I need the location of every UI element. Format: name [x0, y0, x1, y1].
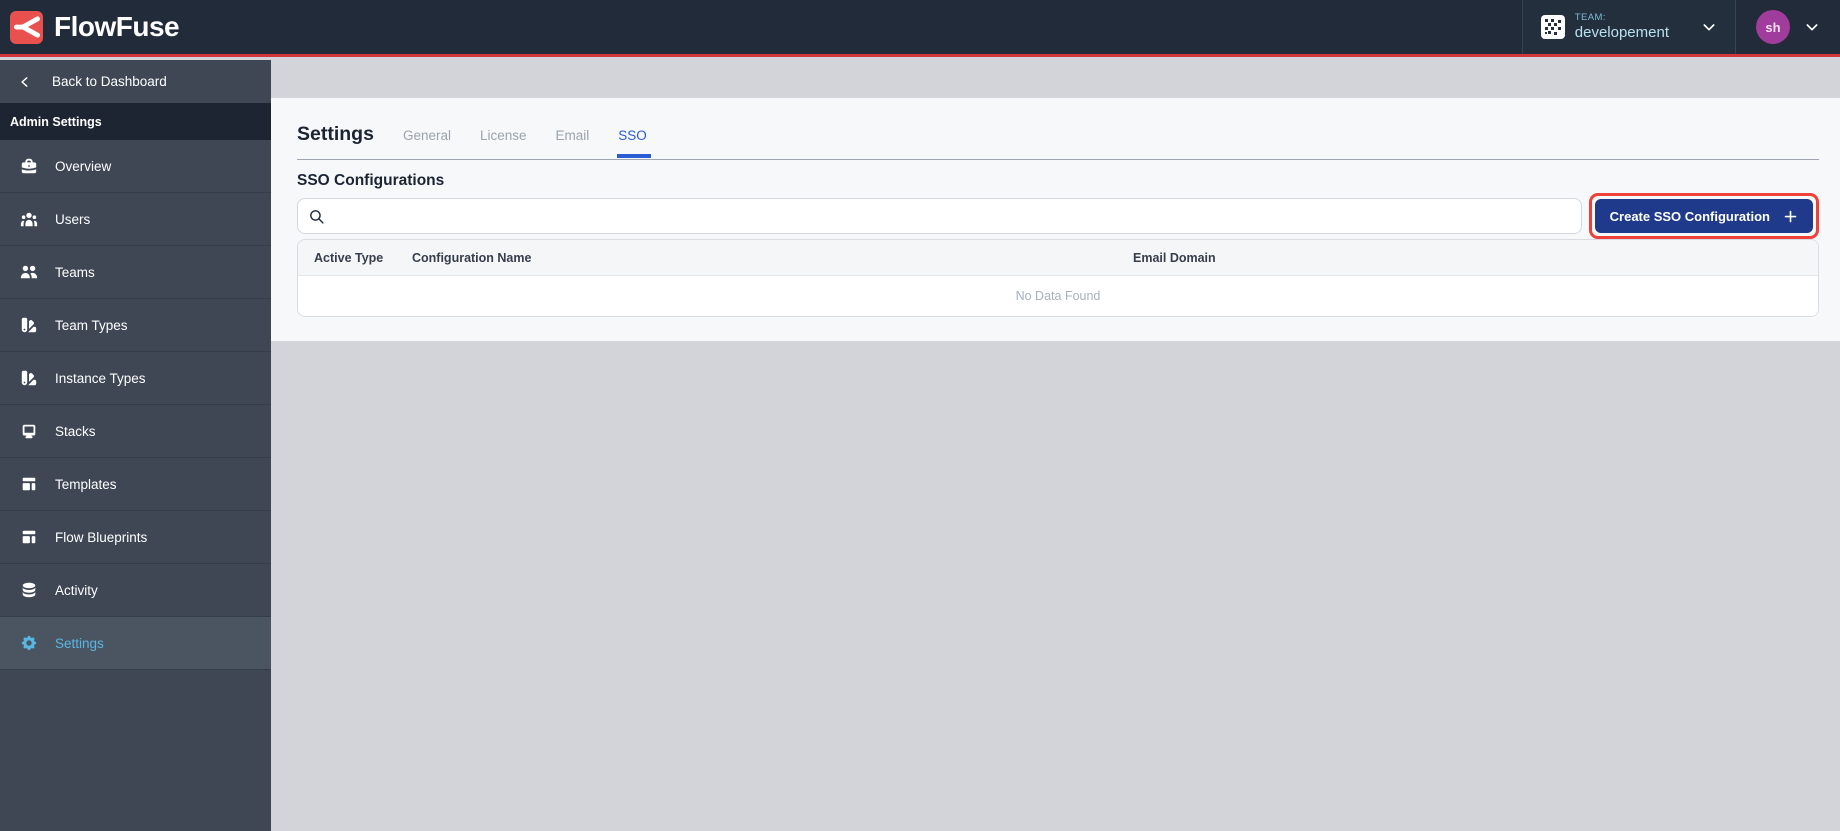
chevron-down-icon [1806, 24, 1818, 31]
sidebar-item-team-types[interactable]: Team Types [0, 299, 271, 352]
sidebar-item-label: Flow Blueprints [55, 529, 148, 545]
table-empty-state: No Data Found [298, 276, 1818, 316]
template-icon [20, 528, 38, 546]
back-to-dashboard-label: Back to Dashboard [52, 74, 167, 89]
tab-email[interactable]: Email [556, 128, 590, 143]
sidebar-nav: Overview Users Teams Team Types Instance Typ… [0, 140, 271, 670]
team-avatar-icon [1540, 15, 1565, 39]
content-top-spacer [271, 60, 1840, 98]
highlight-annotation-box: Create SSO Configuration [1588, 193, 1819, 239]
main-content: Settings General License Email SSO SSO Conf… [271, 60, 1840, 831]
create-sso-configuration-label: Create SSO Configuration [1609, 208, 1770, 224]
sidebar-item-label: Settings [55, 635, 104, 651]
color-swatch-icon [20, 369, 38, 387]
sidebar-item-flow-blueprints[interactable]: Flow Blueprints [0, 511, 271, 564]
sidebar-item-label: Stacks [55, 423, 96, 439]
sidebar-item-templates[interactable]: Templates [0, 458, 271, 511]
cog-icon [20, 634, 38, 652]
desktop-icon [20, 422, 38, 440]
sidebar-item-label: Activity [55, 582, 98, 598]
create-sso-configuration-button[interactable]: Create SSO Configuration [1594, 199, 1813, 233]
sidebar-item-label: Templates [55, 476, 117, 492]
admin-settings-section-label: Admin Settings [0, 103, 271, 140]
column-header-type: Type [355, 250, 384, 265]
sidebar-item-label: Overview [55, 158, 112, 174]
toolbar: Create SSO Configuration [297, 193, 1819, 239]
sidebar-item-label: Users [55, 211, 91, 227]
sidebar-item-overview[interactable]: Overview [0, 140, 271, 193]
color-swatch-icon [20, 316, 38, 334]
search-field[interactable] [333, 208, 1571, 224]
search-icon [310, 209, 324, 224]
sidebar-item-settings[interactable]: Settings [0, 617, 271, 670]
tab-license[interactable]: License [480, 128, 527, 143]
admin-sidebar: Back to Dashboard Admin Settings Overvie… [0, 60, 271, 831]
back-to-dashboard-link[interactable]: Back to Dashboard [0, 60, 271, 103]
sso-configurations-heading: SSO Configurations [297, 172, 445, 189]
chevron-down-icon [1703, 24, 1715, 31]
sidebar-item-label: Team Types [55, 317, 128, 333]
team-selector[interactable]: TEAM: developement [1521, 0, 1736, 54]
template-icon [20, 475, 38, 493]
sidebar-item-teams[interactable]: Teams [0, 246, 271, 299]
tab-general[interactable]: General [403, 128, 451, 143]
flowfuse-logo-icon [10, 10, 43, 44]
column-header-active: Active [314, 250, 352, 265]
plus-icon [1784, 210, 1797, 222]
user-group-icon [20, 263, 38, 281]
users-icon [20, 210, 38, 228]
tabs-row: Settings General License Email SSO [297, 98, 1819, 160]
team-label: TEAM: [1574, 11, 1606, 23]
sidebar-item-activity[interactable]: Activity [0, 564, 271, 617]
sidebar-item-users[interactable]: Users [0, 193, 271, 246]
tab-sso[interactable]: SSO [618, 128, 647, 143]
database-icon [20, 581, 38, 599]
team-name: developement [1574, 23, 1669, 41]
settings-panel: Settings General License Email SSO SSO Conf… [271, 98, 1840, 341]
tabs-container: General License Email SSO [403, 127, 676, 145]
chevron-left-icon [21, 76, 28, 87]
brand-name: FlowFuse [54, 11, 180, 42]
sidebar-item-instance-types[interactable]: Instance Types [0, 352, 271, 405]
sidebar-item-stacks[interactable]: Stacks [0, 405, 271, 458]
table-header-row: Active Type Configuration Name Email Domain [298, 240, 1818, 276]
sidebar-item-label: Teams [55, 264, 95, 280]
column-header-configuration-name: Configuration Name [412, 250, 532, 265]
topbar: FlowFuse TEAM: developement sh [0, 0, 1840, 57]
user-menu[interactable]: sh [1736, 0, 1840, 54]
sidebar-item-label: Instance Types [55, 370, 146, 386]
flowfuse-logo[interactable]: FlowFuse [0, 10, 180, 44]
sso-configurations-table: Active Type Configuration Name Email Domain… [297, 239, 1819, 317]
column-header-email-domain: Email Domain [1133, 250, 1216, 265]
avatar: sh [1756, 10, 1790, 44]
briefcase-icon [20, 157, 38, 175]
search-input[interactable] [297, 198, 1582, 234]
page-title: Settings [297, 123, 374, 145]
